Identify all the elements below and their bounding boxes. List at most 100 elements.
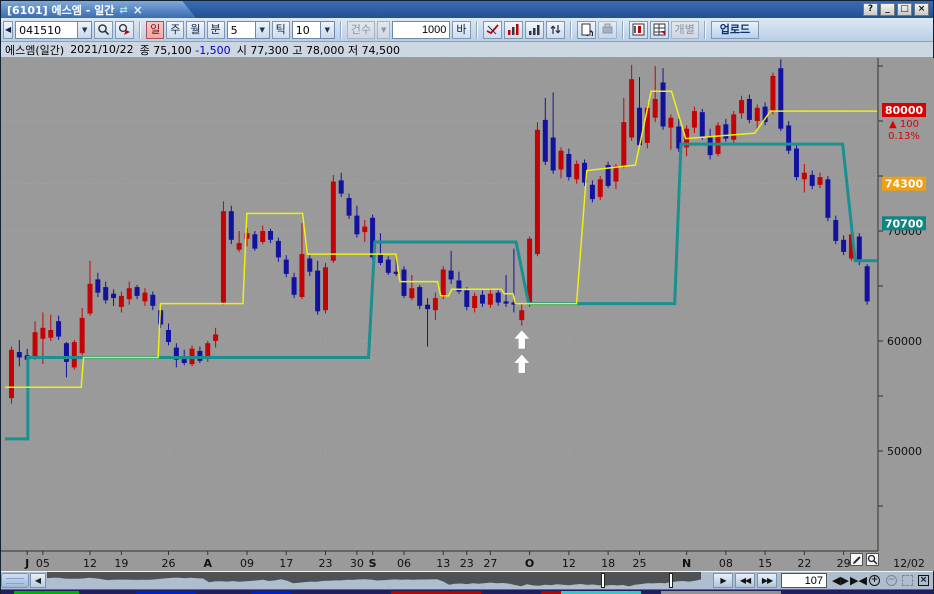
info-date: 2021/10/22 bbox=[70, 43, 133, 56]
symbol-dropdown-icon[interactable]: ▼ bbox=[77, 21, 92, 39]
draw-tool-button[interactable] bbox=[850, 553, 863, 566]
candles-layer bbox=[9, 59, 870, 403]
candle-body bbox=[755, 108, 760, 121]
tick-button[interactable]: 틱 bbox=[272, 21, 290, 39]
minute-value[interactable]: 5 bbox=[227, 21, 255, 39]
bar-count-input[interactable] bbox=[392, 21, 450, 39]
chart-tab[interactable]: [6101] 에스엠 - 일간 ⇄ × bbox=[1, 1, 196, 18]
candle-body bbox=[747, 99, 752, 120]
jump-left-button[interactable]: ◀◀ bbox=[735, 573, 755, 588]
price-marker-value: 70700 bbox=[885, 217, 924, 230]
candle-body bbox=[386, 260, 391, 273]
period-day-button[interactable]: 일 bbox=[146, 21, 164, 39]
candle-body bbox=[417, 287, 422, 306]
period-month-button[interactable]: 월 bbox=[186, 21, 204, 39]
zoom-tool-button[interactable] bbox=[866, 553, 879, 566]
range-bracket-right[interactable] bbox=[669, 573, 673, 588]
upload-button[interactable]: 업로드 bbox=[711, 21, 759, 39]
splitter-handle[interactable] bbox=[1, 573, 29, 588]
candle-body bbox=[299, 254, 304, 297]
close-button[interactable]: × bbox=[914, 3, 929, 16]
candle-body bbox=[668, 118, 673, 128]
tick-combo[interactable]: 10 ▼ bbox=[292, 21, 335, 39]
count-dropdown-icon: ▼ bbox=[377, 21, 390, 39]
tab-close-icon[interactable]: × bbox=[133, 3, 143, 17]
volume-indicator-button[interactable] bbox=[504, 21, 523, 39]
x-tick-label: 22 bbox=[797, 557, 811, 570]
grid-table-button[interactable] bbox=[650, 21, 669, 39]
bar-unit-button[interactable]: 바 bbox=[452, 21, 470, 39]
candle-body bbox=[80, 318, 85, 353]
navigator-bar: ◀ ▶ ◀◀ ▶▶ ◀▶ ▶◀ + − × bbox=[1, 571, 933, 589]
low-value: 74,500 bbox=[362, 44, 401, 57]
candle-body bbox=[794, 149, 799, 178]
close-panel-icon[interactable]: × bbox=[918, 575, 929, 586]
period-week-button[interactable]: 주 bbox=[166, 21, 184, 39]
x-tick-label: O bbox=[525, 557, 534, 570]
toolbar-back-button[interactable]: ◀ bbox=[3, 21, 13, 39]
candle-body bbox=[504, 301, 509, 303]
minimize-button[interactable]: _ bbox=[880, 3, 895, 16]
stock-name: 에스엠(일간) bbox=[5, 42, 64, 58]
x-tick-label: 19 bbox=[114, 557, 128, 570]
minute-combo[interactable]: 5 ▼ bbox=[227, 21, 270, 39]
candle-style-button[interactable] bbox=[483, 21, 502, 39]
candle-body bbox=[229, 211, 234, 240]
sort-button[interactable] bbox=[546, 21, 565, 39]
zoom-in-icon[interactable]: + bbox=[869, 575, 880, 586]
search-icon bbox=[97, 23, 110, 36]
search-recent-button[interactable] bbox=[115, 21, 134, 39]
bar-chart-button[interactable] bbox=[525, 21, 544, 39]
close-label: 종 bbox=[140, 44, 150, 57]
x-tick-label: 13 bbox=[436, 557, 450, 570]
candle-body bbox=[480, 295, 485, 304]
x-tick-label: 17 bbox=[279, 557, 293, 570]
candle-body bbox=[857, 237, 862, 262]
maximize-button[interactable]: □ bbox=[897, 3, 912, 16]
collapse-range-icon[interactable]: ▶◀ bbox=[850, 574, 867, 587]
swap-icon[interactable]: ⇄ bbox=[119, 5, 127, 16]
candle-body bbox=[535, 130, 540, 254]
range-bracket-left[interactable] bbox=[601, 573, 605, 588]
candle-body bbox=[252, 234, 257, 248]
expand-range-icon[interactable]: ◀▶ bbox=[832, 574, 849, 587]
step-right-button[interactable]: ▶ bbox=[713, 573, 733, 588]
candle-body bbox=[716, 125, 721, 154]
x-tick-label: 26 bbox=[162, 557, 176, 570]
document-icon bbox=[580, 23, 593, 36]
scroll-left-button[interactable]: ◀ bbox=[30, 573, 46, 588]
tick-dropdown-icon[interactable]: ▼ bbox=[320, 21, 335, 39]
candlestick-chart[interactable]: 500006000070000J05121926A09172330S061323… bbox=[1, 58, 934, 571]
info-bar: 에스엠(일간) 2021/10/22 종 75,100 -1,500 시 77,… bbox=[1, 42, 933, 58]
candle-body bbox=[237, 243, 242, 250]
toolbar-separator bbox=[139, 21, 141, 39]
flag-chart-button[interactable] bbox=[629, 21, 648, 39]
period-minute-button[interactable]: 분 bbox=[207, 21, 225, 39]
help-button[interactable]: ? bbox=[863, 3, 878, 16]
minute-dropdown-icon[interactable]: ▼ bbox=[255, 21, 270, 39]
candle-body bbox=[692, 111, 697, 128]
jump-right-button[interactable]: ▶▶ bbox=[757, 573, 777, 588]
bar-chart-red-icon bbox=[507, 23, 520, 36]
chart-window: [6101] 에스엠 - 일간 ⇄ × ? _ □ × ◀ 041510 ▼ 일… bbox=[0, 0, 934, 594]
up-down-arrows-icon bbox=[549, 23, 562, 36]
toolbar-separator bbox=[704, 21, 706, 39]
grid-icon bbox=[653, 23, 666, 36]
candle-body bbox=[425, 305, 430, 309]
search-button[interactable] bbox=[94, 21, 113, 39]
candle-body bbox=[48, 330, 53, 338]
candle-body bbox=[802, 173, 807, 180]
symbol-combo[interactable]: 041510 ▼ bbox=[15, 21, 92, 39]
symbol-value[interactable]: 041510 bbox=[15, 21, 77, 39]
chart-area[interactable]: 500006000070000J05121926A09172330S061323… bbox=[1, 58, 934, 571]
candle-body bbox=[347, 198, 352, 216]
tick-value[interactable]: 10 bbox=[292, 21, 320, 39]
toolbar-separator bbox=[622, 21, 624, 39]
page-input[interactable] bbox=[781, 573, 827, 588]
save-chart-button[interactable] bbox=[577, 21, 596, 39]
x-tick-label: 25 bbox=[633, 557, 647, 570]
candle-body bbox=[197, 351, 202, 361]
candle-body bbox=[260, 231, 265, 242]
candle-body bbox=[40, 328, 45, 339]
history-overview[interactable] bbox=[47, 572, 711, 590]
